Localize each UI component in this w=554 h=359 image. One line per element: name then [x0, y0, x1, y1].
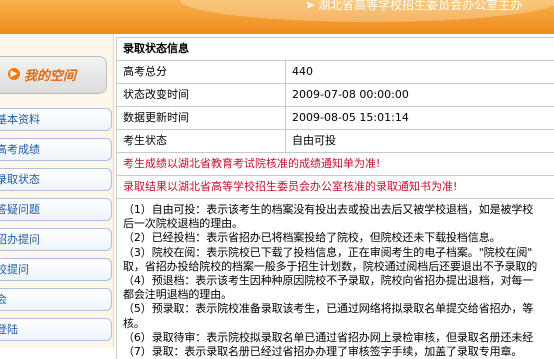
sidebar-item-label: 招办提问	[0, 233, 40, 246]
sidebar-item-ask-school[interactable]: 校提问	[0, 258, 112, 281]
sidebar-item-label: 高考成绩	[0, 143, 40, 156]
banner-title: ➤ 湖北省高等学校招生委员会办公室主办	[305, 0, 522, 13]
row-value: 440	[285, 61, 313, 83]
row-label: 数据更新时间	[123, 111, 189, 124]
sidebar-item-label: 会	[0, 289, 7, 310]
table-title-row: 录取状态信息	[116, 38, 554, 61]
definition-line: （7）录取：表示录取名册已经过省招办办理了审核签字手续，加盖了录取专用章。	[123, 345, 523, 359]
score-notice: 考生成绩以湖北省教育考试院核准的成绩通知单为准!	[116, 153, 554, 176]
sidebar-item-meeting[interactable]: 会	[0, 288, 112, 311]
table-row: 数据更新时间 2009-08-05 15:01:14	[116, 107, 554, 130]
my-space-label: 我的空间	[24, 69, 77, 84]
sidebar-item-label: 基本资料	[0, 113, 40, 126]
definition-line: （4）预退档：表示该考生因种种原因院校不予录取，院校向省招办提出退档，对每一	[123, 274, 534, 288]
definition-line: （6）录取待审：表示院校拟录取名单已通过省招办网上录检审核，但录取名册还未经	[123, 330, 534, 344]
banner-title-text: 湖北省高等学校招生委员会办公室主办	[318, 0, 523, 12]
row-value: 2009-07-08 00:00:00	[285, 84, 409, 106]
table-title: 录取状态信息	[123, 42, 189, 55]
sidebar-item-basic-info[interactable]: 基本资料	[0, 108, 112, 131]
definition-line: 取，省招办投给院校的档案一般多于招生计划数，院校通过阅档后还要退出不予录取的	[123, 259, 538, 273]
sidebar-item-label: 答疑问题	[0, 203, 40, 216]
sidebar-item-answered-questions[interactable]: 答疑问题	[0, 198, 112, 221]
arrow-circle-icon: ▶	[8, 68, 20, 80]
sidebar-item-label: 登陆	[0, 323, 18, 336]
definition-line: 核。	[123, 316, 145, 330]
table-row: 状态改变时间 2009-07-08 00:00:00	[116, 84, 554, 107]
row-value: 自由可投	[285, 130, 336, 152]
admission-notice: 录取结果以湖北省高等学校招生委员会办公室核准的录取通知书为准!	[116, 176, 554, 199]
row-label: 状态改变时间	[123, 88, 189, 101]
status-definitions: （1）自由可投：表示该考生的档案没有投出去或投出去后又被学校退档，如是被学校 后…	[116, 199, 554, 359]
sidebar: ▶ 我的空间 基本资料 高考成绩 录取状态 答疑问题 招办提问 校提问 会 登陆	[0, 34, 114, 348]
definition-line: （2）已经投档：表示省招办已将档案投给了院校，但院校还未下载投档信息。	[123, 231, 501, 245]
sidebar-item-scores[interactable]: 高考成绩	[0, 138, 112, 161]
row-value: 2009-08-05 15:01:14	[285, 107, 409, 129]
sidebar-item-ask-office[interactable]: 招办提问	[0, 228, 112, 251]
row-label: 考生状态	[123, 134, 167, 147]
table-row: 高考总分 440	[116, 61, 554, 84]
definition-line: （5）预录取：表示院校准备录取该考生，已通过网络将拟录取名单提交给省招办，等	[123, 302, 534, 316]
admission-status-table: 录取状态信息 高考总分 440 状态改变时间 2009-07-08 00:00:…	[116, 37, 554, 359]
definition-line: 后一次院校退档的理由。	[123, 217, 243, 231]
sidebar-item-login[interactable]: 登陆	[0, 318, 112, 341]
definition-line: 都会注明退档的理由。	[123, 288, 232, 302]
definition-line: （3）院校在阅：表示院校已下载了投档信息，正在审阅考生的电子档案。"院校在阅"	[123, 245, 533, 259]
sidebar-item-label: 录取状态	[0, 173, 40, 186]
sidebar-item-label: 校提问	[0, 263, 29, 276]
table-row: 考生状态 自由可投	[116, 130, 554, 153]
row-label: 高考总分	[123, 65, 167, 78]
header-banner: ➤ 湖北省高等学校招生委员会办公室主办	[0, 0, 554, 34]
arrow-icon: ➤	[305, 0, 316, 12]
definition-line: （1）自由可投：表示该考生的档案没有投出去或投出去后又被学校退档，如是被学校	[123, 203, 534, 216]
my-space-header[interactable]: ▶ 我的空间	[0, 56, 107, 94]
sidebar-item-admission-status[interactable]: 录取状态	[0, 168, 112, 191]
